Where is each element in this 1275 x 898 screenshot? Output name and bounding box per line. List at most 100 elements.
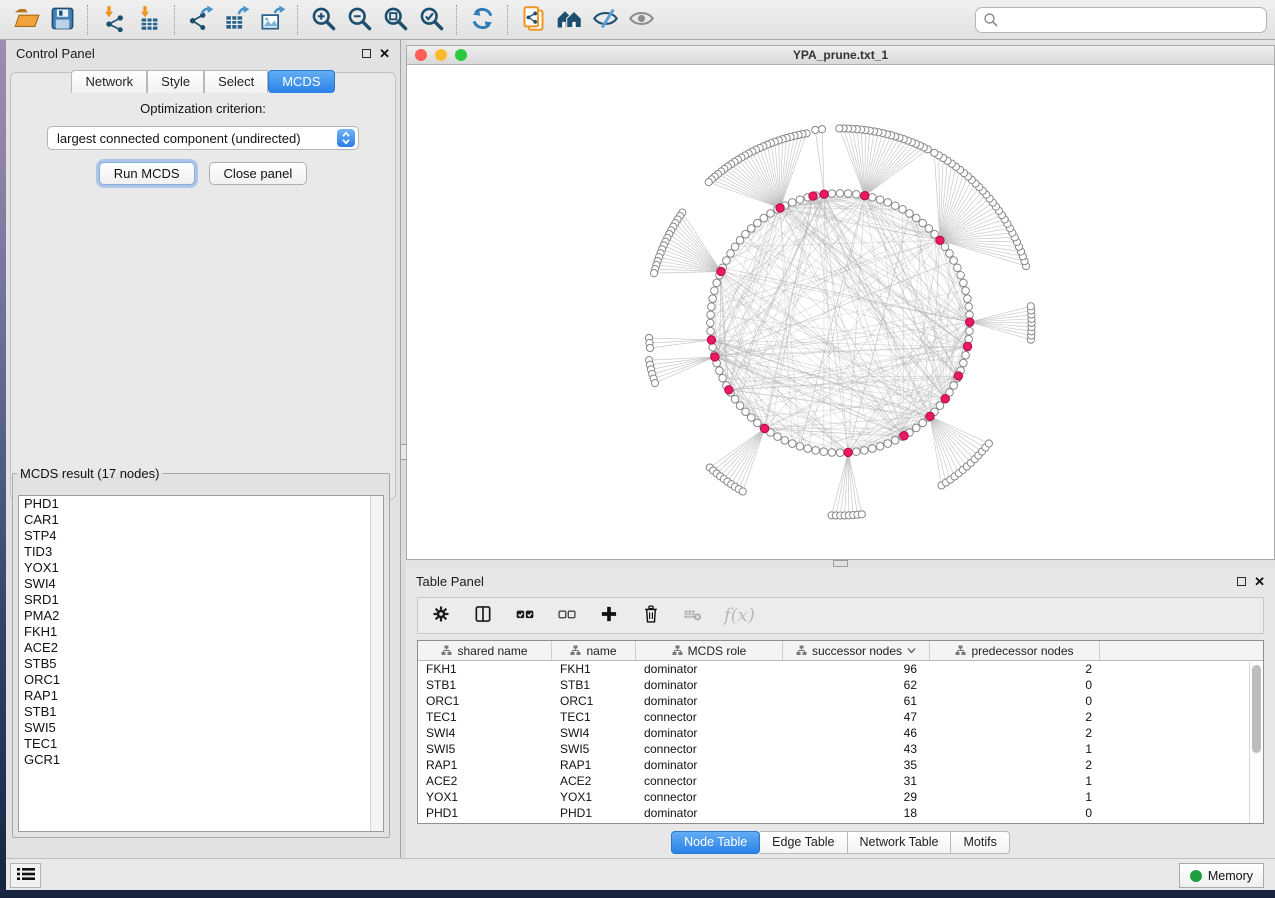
network-node[interactable] [709,343,717,351]
network-node[interactable] [736,237,744,245]
network-node[interactable] [954,264,962,272]
table-cell[interactable]: PHD1 [418,806,552,820]
network-node[interactable] [760,214,768,222]
table-cell[interactable]: 35 [783,758,930,772]
mcds-result-item[interactable]: ACE2 [19,640,383,656]
mcds-result-item[interactable]: SRD1 [19,592,383,608]
network-node[interactable] [884,440,892,448]
table-row[interactable]: SWI4SWI4dominator462 [418,725,1263,741]
network-node[interactable] [731,243,739,251]
network-node[interactable] [919,219,927,227]
network-node[interactable] [836,449,844,457]
zoom-selected-button[interactable] [413,3,449,37]
hide-selected-button[interactable] [587,3,623,37]
table-row[interactable]: FKH1FKH1dominator962 [418,661,1263,677]
tab-motifs[interactable]: Motifs [951,831,1009,854]
network-node[interactable] [716,367,724,375]
table-scrollbar[interactable] [1249,662,1263,823]
table-cell[interactable]: connector [636,710,783,724]
network-node[interactable] [919,419,927,427]
table-cell[interactable]: STB1 [552,678,636,692]
add-column-button[interactable] [598,605,620,627]
network-node[interactable] [707,311,715,319]
table-cell[interactable]: 0 [930,694,1100,708]
network-node[interactable] [742,408,750,416]
table-cell[interactable]: PHD1 [552,806,636,820]
tab-node-table[interactable]: Node Table [671,831,760,854]
horizontal-splitter[interactable] [406,560,1275,568]
search-input[interactable] [975,7,1267,33]
network-node[interactable] [705,179,712,186]
criterion-select[interactable]: largest connected component (undirected) [47,126,359,150]
table-row[interactable]: PHD1PHD1dominator180 [418,805,1263,821]
select-all-rows-button[interactable] [514,605,536,627]
network-node[interactable] [962,287,970,295]
table-cell[interactable]: TEC1 [552,710,636,724]
mcds-node[interactable] [707,336,715,344]
network-node[interactable] [912,214,920,222]
table-cell[interactable]: dominator [636,806,783,820]
mcds-result-item[interactable]: STB1 [19,704,383,720]
mcds-result-item[interactable]: TID3 [19,544,383,560]
table-cell[interactable]: SWI5 [418,742,552,756]
network-node[interactable] [891,202,899,210]
mcds-result-item[interactable]: RAP1 [19,688,383,704]
table-cell[interactable]: SWI4 [552,726,636,740]
network-node[interactable] [754,219,762,227]
mcds-node[interactable] [844,448,852,456]
deselect-all-rows-button[interactable] [556,605,578,627]
network-node[interactable] [781,437,789,445]
network-node[interactable] [747,414,755,422]
network-node[interactable] [891,437,899,445]
table-cell[interactable]: 18 [783,806,930,820]
table-cell[interactable]: RAP1 [418,758,552,772]
column-header-shared-name[interactable]: shared name [418,641,552,660]
network-node[interactable] [962,351,970,359]
export-table-button[interactable] [218,3,254,37]
mcds-result-item[interactable]: SWI5 [19,720,383,736]
network-node[interactable] [868,194,876,202]
table-cell[interactable]: SWI5 [552,742,636,756]
first-neighbors-button[interactable] [551,3,587,37]
table-cell[interactable]: connector [636,790,783,804]
task-history-button[interactable] [10,863,41,888]
mcds-list-scrollbar[interactable] [370,496,383,831]
zoom-out-button[interactable] [341,3,377,37]
mcds-node[interactable] [926,412,934,420]
mcds-node[interactable] [941,394,949,402]
network-node[interactable] [742,230,750,238]
open-file-button[interactable] [8,3,44,37]
mcds-result-item[interactable]: PHD1 [19,496,383,512]
mcds-result-item[interactable]: GCR1 [19,752,383,768]
table-cell[interactable]: 43 [783,742,930,756]
network-node[interactable] [966,327,974,335]
mcds-node[interactable] [725,386,733,394]
table-cell[interactable]: ACE2 [552,774,636,788]
mcds-result-item[interactable]: PMA2 [19,608,383,624]
network-canvas[interactable] [407,65,1274,559]
column-layout-button[interactable] [472,605,494,627]
network-node[interactable] [711,287,719,295]
network-node[interactable] [650,270,657,277]
network-node[interactable] [960,359,968,367]
splitter-handle[interactable] [833,560,848,567]
memory-button[interactable]: Memory [1179,863,1264,888]
network-node[interactable] [936,402,944,410]
table-cell[interactable]: 47 [783,710,930,724]
zoom-in-button[interactable] [305,3,341,37]
table-row[interactable]: ORC1ORC1dominator610 [418,693,1263,709]
table-cell[interactable]: 1 [930,774,1100,788]
table-row[interactable]: YOX1YOX1connector291 [418,789,1263,805]
table-cell[interactable]: STB1 [418,678,552,692]
mcds-result-item[interactable]: TEC1 [19,736,383,752]
network-node[interactable] [844,190,852,198]
network-node[interactable] [719,374,727,382]
export-image-button[interactable] [254,3,290,37]
column-header-mcds-role[interactable]: MCDS role [636,641,783,660]
network-node[interactable] [804,445,812,453]
network-node[interactable] [960,279,968,287]
table-cell[interactable]: 61 [783,694,930,708]
mcds-node[interactable] [861,191,869,199]
mcds-result-item[interactable]: FKH1 [19,624,383,640]
save-session-button[interactable] [44,3,80,37]
